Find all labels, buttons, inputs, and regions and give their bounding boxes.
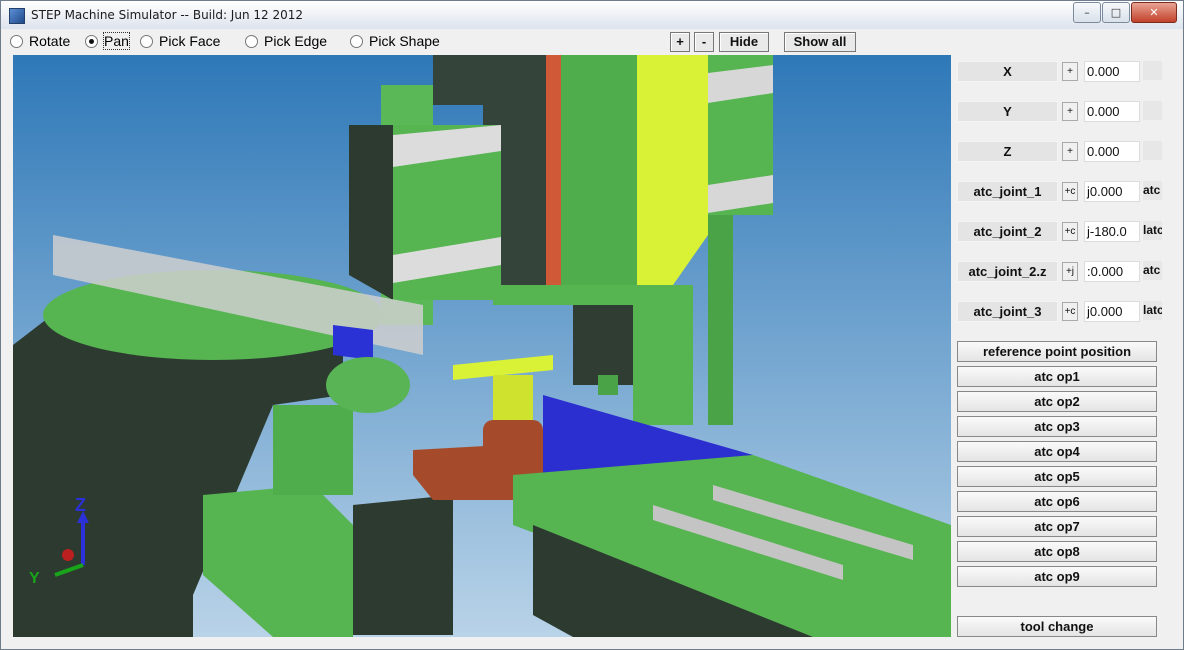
atc-op3-button[interactable]: atc op3 (957, 416, 1157, 437)
magazine-hub (326, 357, 410, 413)
atc-op8-button[interactable]: atc op8 (957, 541, 1157, 562)
mode-label: Pick Shape (369, 33, 440, 49)
axis-label: Z (957, 141, 1058, 162)
radio-checked-icon (85, 34, 98, 48)
axis-increment-button[interactable]: +j (1062, 262, 1078, 281)
reference-point-button[interactable]: reference point position (957, 341, 1157, 362)
column-window (573, 305, 633, 385)
axis-value-field[interactable]: j0.000 (1084, 181, 1140, 202)
axis-label: X (957, 61, 1058, 82)
mode-pan[interactable]: Pan (85, 32, 130, 50)
axis-value-field[interactable]: 0.000 (1084, 61, 1140, 82)
head-left (561, 55, 637, 295)
hide-button[interactable]: Hide (719, 32, 769, 52)
axis-label: atc_joint_2.z (957, 261, 1058, 282)
radio-icon (10, 34, 23, 48)
head-strip (546, 55, 561, 285)
app-window: STEP Machine Simulator -- Build: Jun 12 … (0, 0, 1184, 650)
window-title: STEP Machine Simulator -- Build: Jun 12 … (31, 8, 303, 22)
close-button[interactable]: ✕ (1131, 2, 1177, 23)
mode-rotate[interactable]: Rotate (10, 32, 70, 50)
axis-extra-field[interactable] (1143, 101, 1162, 120)
axis-label: Y (957, 101, 1058, 122)
tool-change-button[interactable]: tool change (957, 616, 1157, 637)
axis-value-field[interactable]: j0.000 (1084, 301, 1140, 322)
zoom-in-button[interactable]: + (670, 32, 690, 52)
axis-value-field[interactable]: 0.000 (1084, 101, 1140, 122)
mode-label: Pan (103, 32, 130, 50)
atc-op7-button[interactable]: atc op7 (957, 516, 1157, 537)
mode-pick-edge[interactable]: Pick Edge (245, 32, 327, 50)
window-controls: – □ ✕ (1072, 2, 1177, 23)
selected-tools (333, 325, 373, 360)
axis-extra-field[interactable]: atc (1143, 261, 1162, 280)
axis-increment-button[interactable]: +c (1062, 302, 1078, 321)
axis-extra-field[interactable]: latc (1143, 301, 1162, 320)
triad-x-axis (62, 549, 74, 561)
base-green-block (273, 405, 353, 495)
axis-increment-button[interactable]: + (1062, 102, 1078, 121)
maximize-button[interactable]: □ (1102, 2, 1130, 23)
atc-op4-button[interactable]: atc op4 (957, 441, 1157, 462)
axis-extra-field[interactable]: latc (1143, 221, 1162, 240)
axis-increment-button[interactable]: + (1062, 62, 1078, 81)
show-all-button[interactable]: Show all (784, 32, 856, 52)
3d-viewport[interactable]: Z Y (13, 55, 951, 637)
atc-op9-button[interactable]: atc op9 (957, 566, 1157, 587)
triad-y-label: Y (29, 570, 40, 587)
atc-op6-button[interactable]: atc op6 (957, 491, 1157, 512)
mode-label: Pick Face (159, 33, 221, 49)
atc-op1-button[interactable]: atc op1 (957, 366, 1157, 387)
axis-label: atc_joint_1 (957, 181, 1058, 202)
mode-label: Pick Edge (264, 33, 328, 49)
zoom-out-button[interactable]: - (694, 32, 714, 52)
toolbar: Rotate Pan Pick Face Pick Edge Pick Shap… (1, 30, 1183, 52)
radio-icon (350, 34, 363, 48)
minimize-button[interactable]: – (1073, 2, 1101, 23)
radio-icon (140, 34, 153, 48)
axis-extra-field[interactable] (1143, 61, 1162, 80)
control-panel: X + 0.000 Y + 0.000 Z + 0.000 atc_joint_… (956, 55, 1166, 645)
title-bar[interactable]: STEP Machine Simulator -- Build: Jun 12 … (1, 1, 1183, 29)
triad-z-label: Z (75, 495, 86, 515)
axis-extra-field[interactable] (1143, 141, 1162, 160)
axis-label: atc_joint_3 (957, 301, 1058, 322)
radio-icon (245, 34, 258, 48)
axis-increment-button[interactable]: +c (1062, 222, 1078, 241)
base-dark-block (353, 495, 453, 635)
axis-extra-field[interactable]: atc (1143, 181, 1162, 200)
mode-pick-face[interactable]: Pick Face (140, 32, 220, 50)
axis-label: atc_joint_2 (957, 221, 1058, 242)
axis-increment-button[interactable]: +c (1062, 182, 1078, 201)
app-icon (9, 8, 25, 24)
mode-label: Rotate (29, 33, 71, 49)
column-port (598, 375, 618, 395)
axis-increment-button[interactable]: + (1062, 142, 1078, 161)
axis-value-field[interactable]: 0.000 (1084, 141, 1140, 162)
upright-lower (708, 215, 733, 425)
changer-base (413, 445, 503, 500)
axis-value-field[interactable]: :0.000 (1084, 261, 1140, 282)
machine-scene: Z Y (13, 55, 951, 637)
mode-pick-shape[interactable]: Pick Shape (350, 32, 440, 50)
atc-op2-button[interactable]: atc op2 (957, 391, 1157, 412)
axis-value-field[interactable]: j-180.0 (1084, 221, 1140, 242)
atc-op5-button[interactable]: atc op5 (957, 466, 1157, 487)
